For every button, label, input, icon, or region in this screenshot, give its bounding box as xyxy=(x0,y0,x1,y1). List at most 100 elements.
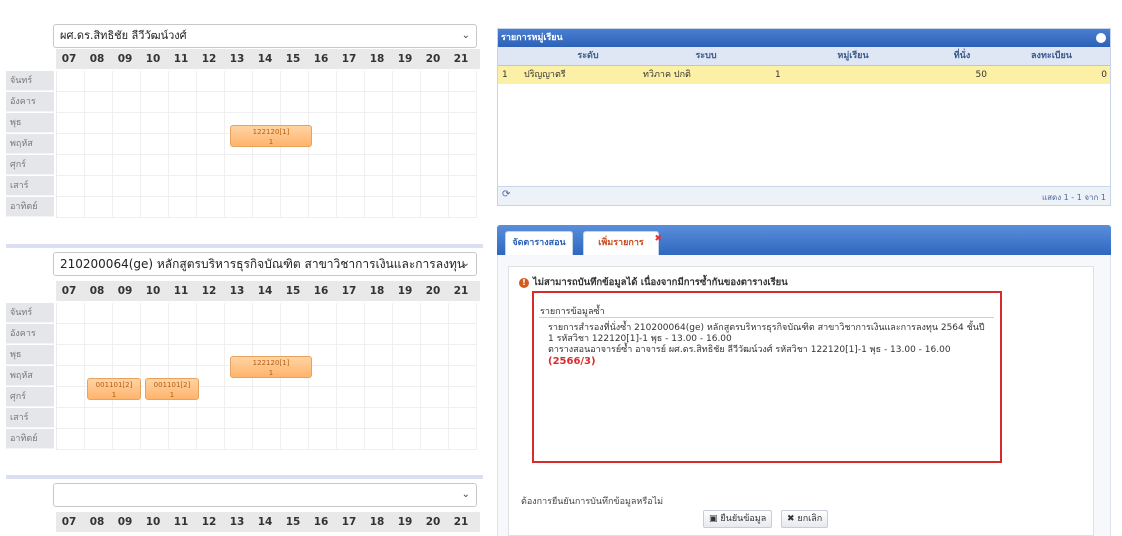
schedule-cell[interactable] xyxy=(449,176,477,197)
schedule-cell[interactable] xyxy=(141,429,169,450)
schedule-cell[interactable] xyxy=(85,429,113,450)
schedule-cell[interactable] xyxy=(421,197,449,218)
schedule-cell[interactable] xyxy=(197,303,225,324)
close-icon[interactable]: ✖ xyxy=(654,228,662,250)
schedule-cell[interactable] xyxy=(393,408,421,429)
schedule-cell[interactable] xyxy=(393,429,421,450)
schedule-cell[interactable] xyxy=(85,197,113,218)
schedule-cell[interactable] xyxy=(169,134,197,155)
schedule-cell[interactable] xyxy=(57,408,85,429)
schedule-cell[interactable] xyxy=(85,176,113,197)
schedule-cell[interactable] xyxy=(141,408,169,429)
schedule-cell[interactable] xyxy=(337,134,365,155)
schedule-cell[interactable] xyxy=(57,345,85,366)
schedule-cell[interactable] xyxy=(365,408,393,429)
splitter[interactable] xyxy=(6,244,483,248)
schedule-cell[interactable] xyxy=(197,134,225,155)
collapse-toggle-icon[interactable] xyxy=(1096,33,1106,43)
schedule-cell[interactable] xyxy=(85,345,113,366)
schedule-cell[interactable] xyxy=(169,176,197,197)
schedule-cell[interactable] xyxy=(141,176,169,197)
schedule-cell[interactable] xyxy=(197,324,225,345)
col-seats[interactable]: ที่นั่ง xyxy=(935,47,989,65)
schedule-cell[interactable] xyxy=(197,429,225,450)
schedule-cell[interactable] xyxy=(393,324,421,345)
schedule-cell[interactable] xyxy=(449,387,477,408)
schedule-cell[interactable] xyxy=(113,134,141,155)
schedule-cell[interactable] xyxy=(169,324,197,345)
schedule-cell[interactable] xyxy=(309,92,337,113)
schedule-cell[interactable] xyxy=(281,303,309,324)
schedule-cell[interactable] xyxy=(169,155,197,176)
schedule-cell[interactable] xyxy=(309,197,337,218)
schedule-cell[interactable] xyxy=(197,408,225,429)
schedule-cell[interactable] xyxy=(281,387,309,408)
schedule-cell[interactable] xyxy=(253,387,281,408)
schedule-cell[interactable] xyxy=(421,113,449,134)
schedule-cell[interactable] xyxy=(197,197,225,218)
schedule-cell[interactable] xyxy=(365,303,393,324)
schedule-cell[interactable] xyxy=(337,92,365,113)
schedule-cell[interactable] xyxy=(113,92,141,113)
schedule-cell[interactable] xyxy=(421,155,449,176)
schedule-cell[interactable] xyxy=(253,324,281,345)
schedule-cell[interactable] xyxy=(309,387,337,408)
schedule-cell[interactable] xyxy=(449,324,477,345)
schedule-cell[interactable] xyxy=(169,197,197,218)
schedule-cell[interactable] xyxy=(421,92,449,113)
schedule-cell[interactable] xyxy=(421,429,449,450)
schedule-cell[interactable] xyxy=(57,303,85,324)
schedule-cell[interactable] xyxy=(449,345,477,366)
schedule-cell[interactable] xyxy=(393,197,421,218)
schedule-cell[interactable] xyxy=(393,345,421,366)
schedule-cell[interactable] xyxy=(281,324,309,345)
instructor-select[interactable]: ผศ.ดร.สิทธิชัย ลีวีวัฒน์วงศ์ ⌄ xyxy=(53,24,477,48)
schedule-cell[interactable] xyxy=(309,345,337,366)
tab-schedule[interactable]: จัดตารางสอน xyxy=(505,231,573,255)
schedule-cell[interactable] xyxy=(169,408,197,429)
schedule-cell[interactable] xyxy=(197,155,225,176)
col-level[interactable]: ระดับ xyxy=(538,47,638,65)
schedule-cell[interactable] xyxy=(281,429,309,450)
schedule-cell[interactable] xyxy=(57,387,85,408)
schedule-cell[interactable] xyxy=(281,71,309,92)
schedule-cell[interactable] xyxy=(449,366,477,387)
schedule-cell[interactable] xyxy=(337,408,365,429)
schedule-cell[interactable] xyxy=(141,71,169,92)
schedule-cell[interactable] xyxy=(141,134,169,155)
schedule-cell[interactable] xyxy=(421,408,449,429)
schedule-cell[interactable] xyxy=(169,429,197,450)
schedule-cell[interactable] xyxy=(85,408,113,429)
schedule-cell[interactable] xyxy=(113,303,141,324)
schedule-cell[interactable] xyxy=(309,366,337,387)
schedule-cell[interactable] xyxy=(85,113,113,134)
schedule-cell[interactable] xyxy=(449,113,477,134)
schedule-cell[interactable] xyxy=(85,324,113,345)
schedule-cell[interactable] xyxy=(85,71,113,92)
schedule-cell[interactable] xyxy=(421,345,449,366)
schedule-cell[interactable] xyxy=(393,387,421,408)
schedule-cell[interactable] xyxy=(281,197,309,218)
schedule-cell[interactable] xyxy=(337,113,365,134)
schedule-cell[interactable] xyxy=(113,324,141,345)
schedule-cell[interactable] xyxy=(253,71,281,92)
schedule-cell[interactable] xyxy=(309,408,337,429)
schedule-cell[interactable] xyxy=(309,134,337,155)
schedule-cell[interactable] xyxy=(85,92,113,113)
schedule-cell[interactable] xyxy=(253,429,281,450)
schedule-cell[interactable] xyxy=(449,303,477,324)
schedule-cell[interactable] xyxy=(57,366,85,387)
schedule-cell[interactable] xyxy=(337,303,365,324)
schedule-cell[interactable] xyxy=(113,71,141,92)
schedule-cell[interactable] xyxy=(393,155,421,176)
schedule-cell[interactable] xyxy=(309,324,337,345)
schedule-cell[interactable] xyxy=(365,113,393,134)
schedule-cell[interactable] xyxy=(57,92,85,113)
schedule-cell[interactable] xyxy=(253,92,281,113)
schedule-cell[interactable] xyxy=(337,197,365,218)
schedule-cell[interactable] xyxy=(281,176,309,197)
col-system[interactable]: ระบบ xyxy=(641,47,771,65)
schedule-cell[interactable] xyxy=(57,324,85,345)
schedule-cell[interactable] xyxy=(337,324,365,345)
schedule-cell[interactable] xyxy=(113,113,141,134)
